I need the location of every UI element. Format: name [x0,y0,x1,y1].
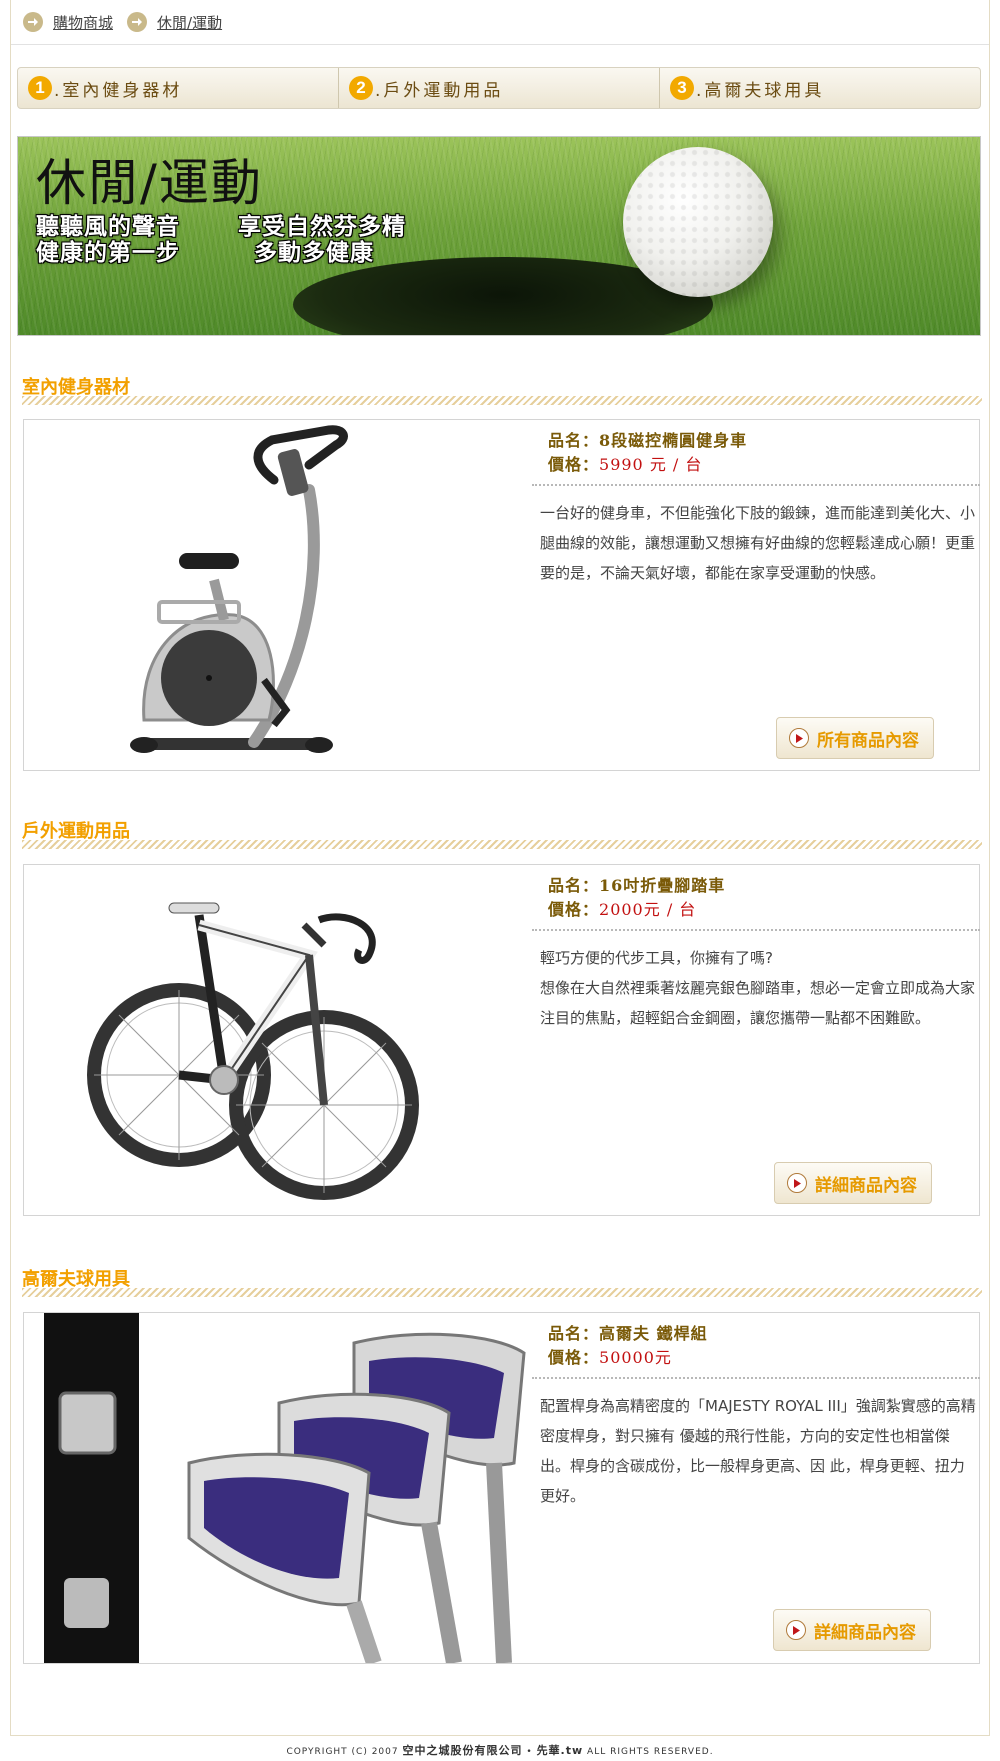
footer-copyright: COPYRIGHT (C) 2007 空中之城股份有限公司 • 先華.tw AL… [0,1742,1000,1758]
product-price: 價格：5990 元 / 台 [548,455,703,474]
product-description: 一台好的健身車，不但能強化下肢的鍛鍊，進而能達到美化大、小腿曲線的效能，讓想運動… [540,504,976,582]
hero-slogan: 健康的第一步 [36,240,180,266]
category-nav: 1 .室內健身器材 2 .戶外運動用品 3 .高爾夫球用具 [17,67,981,109]
footer-prefix: COPYRIGHT (C) 2007 [286,1747,399,1757]
page-frame: 購物商城 休閒/運動 1 .室內健身器材 2 .戶外運動用品 3 .高爾夫球用具… [10,0,990,1736]
product-info: 品名：16吋折疊腳踏車 價格：2000元 / 台 輕巧方便的代步工具，你擁有了嗎… [532,865,980,1215]
details-button[interactable]: 詳細商品內容 [773,1609,931,1651]
golf-irons-image[interactable] [24,1313,539,1663]
play-arrow-icon [786,1620,806,1640]
category-label: .高爾夫球用具 [696,80,825,101]
product-description: 配置桿身為高精密度的「MAJESTY ROYAL III」強調紮實感的高精密度桿… [540,1397,976,1505]
dotted-divider [532,484,980,486]
footer-company: 空中之城股份有限公司 [402,1744,523,1757]
golf-ball-image [623,147,773,297]
breadcrumb-label[interactable]: 購物商城 [53,12,113,33]
product-name: 品名：8段磁控橢圓健身車 [548,431,748,450]
product-name: 品名：16吋折疊腳踏車 [548,876,726,895]
play-arrow-icon [789,728,809,748]
section-divider [22,1288,982,1297]
category-tab-indoor[interactable]: 1 .室內健身器材 [18,68,339,108]
product-price: 價格：2000元 / 台 [548,900,697,919]
hero-slogan: 多動多健康 [254,240,374,266]
price-value: 5990 元 / 台 [599,455,703,474]
category-tab-outdoor[interactable]: 2 .戶外運動用品 [339,68,660,108]
dotted-divider [532,1377,980,1379]
product-name: 品名：高爾夫 鐵桿組 [548,1324,708,1343]
hero-title: 休閒/運動 [36,154,263,212]
product-description: 輕巧方便的代步工具，你擁有了嗎? 想像在大自然裡乘著炫麗亮銀色腳踏車，想必一定會… [540,943,978,1033]
product-description-line: 想像在大自然裡乘著炫麗亮銀色腳踏車，想必一定會立即成為大家注目的焦點，超輕鋁合金… [540,979,976,1027]
category-tab-golf[interactable]: 3 .高爾夫球用具 [660,68,980,108]
button-label: 所有商品內容 [817,730,919,751]
category-number-badge: 3 [670,76,694,100]
road-bike-image[interactable] [24,865,539,1215]
breadcrumb-label[interactable]: 休閒/運動 [157,12,222,33]
arrow-right-circle-icon [127,12,148,32]
section-divider [22,840,982,849]
play-arrow-icon [787,1173,807,1193]
footer-suffix: ALL RIGHTS RESERVED. [587,1747,714,1757]
breadcrumb-item-shop[interactable]: 購物商城 [23,12,113,33]
category-number-badge: 1 [28,76,52,100]
dotted-divider [532,929,980,931]
price-value: 50000元 [599,1348,672,1367]
category-label: .戶外運動用品 [375,80,504,101]
product-description-line: 輕巧方便的代步工具，你擁有了嗎? [540,949,773,967]
breadcrumb-item-leisure[interactable]: 休閒/運動 [127,12,222,33]
product-info: 品名：高爾夫 鐵桿組 價格：50000元 配置桿身為高精密度的「MAJESTY … [532,1313,980,1663]
footer-site: 先華.tw [536,1744,584,1757]
button-label: 詳細商品內容 [815,1175,917,1196]
footer-separator: • [526,1747,533,1757]
product-card: 品名：16吋折疊腳踏車 價格：2000元 / 台 輕巧方便的代步工具，你擁有了嗎… [23,864,980,1216]
product-price: 價格：50000元 [548,1348,672,1367]
section-divider [22,396,982,405]
category-label: .室內健身器材 [54,80,183,101]
product-card: 品名：高爾夫 鐵桿組 價格：50000元 配置桿身為高精密度的「MAJESTY … [23,1312,980,1664]
product-info: 品名：8段磁控橢圓健身車 價格：5990 元 / 台 一台好的健身車，不但能強化… [532,420,980,770]
category-number-badge: 2 [349,76,373,100]
product-card: 品名：8段磁控橢圓健身車 價格：5990 元 / 台 一台好的健身車，不但能強化… [23,419,980,771]
breadcrumb: 購物商城 休閒/運動 [11,0,989,45]
details-button[interactable]: 詳細商品內容 [774,1162,932,1204]
exercise-bike-image[interactable] [24,420,539,770]
all-products-button[interactable]: 所有商品內容 [776,717,934,759]
button-label: 詳細商品內容 [814,1622,916,1643]
hero-banner: 休閒/運動 聽聽風的聲音 享受自然芬多精 健康的第一步 多動多健康 [17,136,981,336]
arrow-right-circle-icon [23,12,43,32]
price-value: 2000元 / 台 [599,900,697,919]
